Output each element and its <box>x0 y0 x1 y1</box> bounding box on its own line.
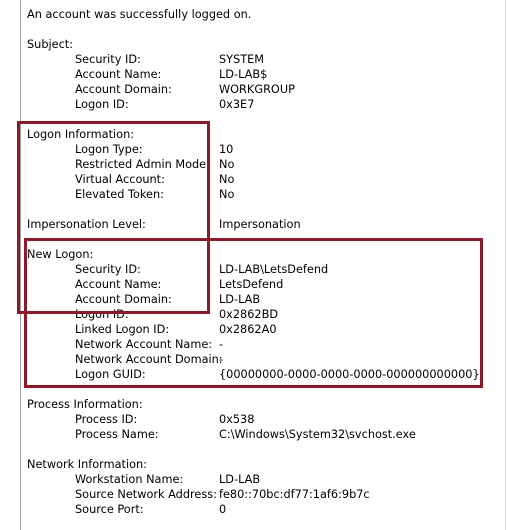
field-value: 0x2862A0 <box>219 323 277 336</box>
field-value: No <box>219 158 235 171</box>
process-info-header: Process Information: <box>27 398 143 411</box>
field-label: Network Account Domain: <box>75 353 223 366</box>
field-label: Restricted Admin Mode: <box>75 158 210 171</box>
field-label: Workstation Name: <box>75 473 184 486</box>
field-label: Logon ID: <box>75 98 129 111</box>
field-value: 0x3E7 <box>219 98 255 111</box>
field-label: Process ID: <box>75 413 138 426</box>
new-logon-header: New Logon: <box>27 248 94 261</box>
field-value: No <box>219 188 235 201</box>
field-value: LD-LAB <box>219 473 261 486</box>
field-label: Logon GUID: <box>75 368 146 381</box>
field-label: Network Account Name: <box>75 338 213 351</box>
field-label: Account Domain: <box>75 83 172 96</box>
field-value: No <box>219 173 235 186</box>
field-label: Virtual Account: <box>75 173 165 186</box>
field-label: Account Domain: <box>75 293 172 306</box>
field-label: Process Name: <box>75 428 159 441</box>
field-label: Account Name: <box>75 68 162 81</box>
field-value: 0 <box>219 503 227 516</box>
subject-header: Subject: <box>27 38 74 51</box>
network-info-header: Network Information: <box>27 458 147 471</box>
field-value: C:\Windows\System32\svchost.exe <box>219 428 416 441</box>
field-value: 10 <box>219 143 234 156</box>
field-value: {00000000-0000-0000-0000-000000000000} <box>219 368 480 381</box>
field-value: fe80::70bc:df77:1af6:9b7c <box>219 488 370 501</box>
field-value: - <box>219 338 224 351</box>
field-value: LD-LAB\LetsDefend <box>219 263 329 276</box>
field-label: Security ID: <box>75 53 141 66</box>
field-label: Source Network Address: <box>75 488 217 501</box>
field-value: LetsDefend <box>219 278 284 291</box>
field-label: Logon Type: <box>75 143 143 156</box>
logon-info-header: Logon Information: <box>27 128 135 141</box>
field-value: LD-LAB$ <box>219 68 268 81</box>
field-value: SYSTEM <box>219 53 265 66</box>
impersonation-value: Impersonation <box>219 218 301 231</box>
field-value: - <box>219 353 224 366</box>
field-label: Elevated Token: <box>75 188 164 201</box>
field-label: Logon ID: <box>75 308 129 321</box>
field-value: 0x2862BD <box>219 308 279 321</box>
field-value: 0x538 <box>219 413 255 426</box>
impersonation-label: Impersonation Level: <box>27 218 146 231</box>
field-label: Account Name: <box>75 278 162 291</box>
field-value: LD-LAB <box>219 293 261 306</box>
event-message: An account was successfully logged on. <box>27 8 252 21</box>
field-label: Linked Logon ID: <box>75 323 170 336</box>
field-label: Source Port: <box>75 503 144 516</box>
field-value: WORKGROUP <box>219 83 295 96</box>
field-label: Security ID: <box>75 263 141 276</box>
